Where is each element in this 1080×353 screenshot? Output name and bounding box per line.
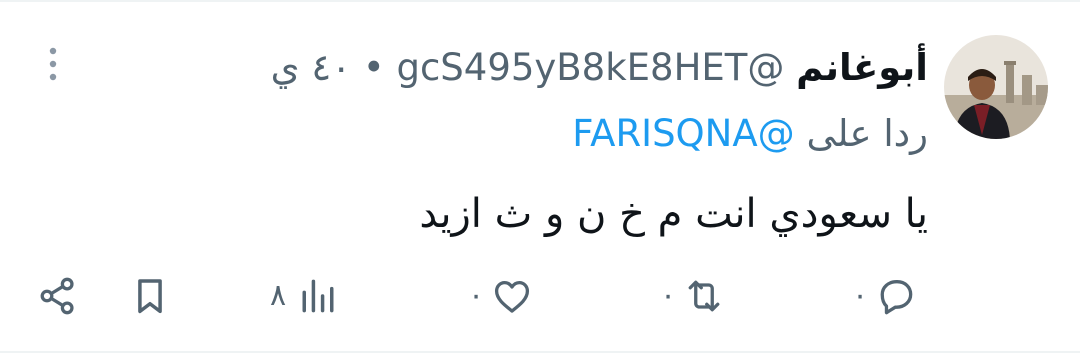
reply-bubble-icon — [880, 280, 913, 315]
retweet-button[interactable]: ٠ — [660, 274, 726, 318]
views-bar-chart-icon — [302, 279, 334, 313]
views-count: ٨ — [270, 278, 287, 313]
like-button[interactable]: ٠ — [468, 274, 534, 318]
author-handle[interactable]: @gcS495yB8kE8HET — [396, 46, 784, 89]
more-vertical-icon — [49, 47, 57, 81]
avatar[interactable] — [944, 35, 1048, 139]
heart-icon — [495, 280, 530, 313]
reply-prefix: ردا على — [806, 112, 928, 155]
views-button[interactable]: ٨ — [270, 274, 340, 318]
replying-to: ردا على @FARISQNA — [572, 108, 928, 160]
author-name[interactable]: أبوغانم — [796, 46, 928, 89]
bookmark-icon — [138, 279, 162, 314]
reply-mention-link[interactable]: @FARISQNA — [572, 112, 794, 155]
retweet-icon — [688, 280, 720, 312]
share-button[interactable] — [36, 274, 80, 318]
like-count: ٠ — [468, 278, 485, 313]
retweet-count: ٠ — [660, 278, 677, 313]
top-divider — [0, 0, 1080, 2]
tweet-text: يا سعودي انت م خ ن و ث ازيد — [419, 191, 928, 237]
reply-count: ٠ — [852, 278, 869, 313]
tweet-time[interactable]: ٤٠ ي — [271, 46, 351, 89]
meta-separator: • — [362, 46, 385, 89]
tweet-header: أبوغانم @gcS495yB8kE8HET • ٤٠ ي — [271, 42, 928, 94]
bookmark-button[interactable] — [128, 274, 172, 318]
share-icon — [40, 277, 74, 315]
more-options-button[interactable] — [36, 44, 70, 84]
reply-button[interactable]: ٠ — [852, 274, 918, 318]
